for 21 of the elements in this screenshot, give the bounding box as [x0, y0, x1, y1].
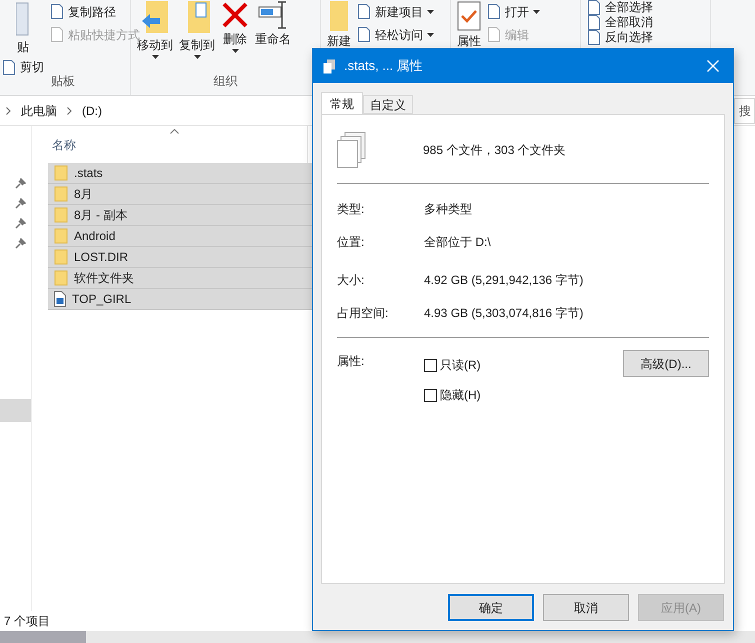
property-label: 类型: — [337, 201, 366, 218]
group-label: 贴板 — [50, 73, 76, 90]
file-name: TOP_GIRL — [72, 291, 132, 308]
window-title: .stats, ... 属性 — [344, 57, 424, 76]
file-name: LOST.DIR — [74, 249, 128, 266]
summary-text: 985 个文件，303 个文件夹 — [423, 142, 566, 159]
property-label: 属性: — [337, 353, 366, 370]
property-value: 4.93 GB (5,303,074,816 字节) — [424, 305, 584, 322]
group-label: 组织 — [212, 73, 238, 90]
property-label: 占用空间: — [337, 305, 390, 322]
property-label: 大小: — [337, 272, 366, 289]
file-name: 8月 - 副本 — [74, 207, 128, 224]
property-value: 4.92 GB (5,291,942,136 字节) — [424, 272, 584, 289]
property-label: 位置: — [337, 234, 366, 251]
property-value: 多种类型 — [424, 201, 472, 218]
file-name: 8月 — [74, 186, 93, 203]
file-name: Android — [74, 228, 116, 245]
file-name: .stats — [74, 165, 103, 182]
status-text: 7 个项目 — [3, 613, 50, 630]
file-name: 软件文件夹 — [74, 270, 134, 287]
property-value: 全部位于 D:\ — [424, 234, 491, 251]
